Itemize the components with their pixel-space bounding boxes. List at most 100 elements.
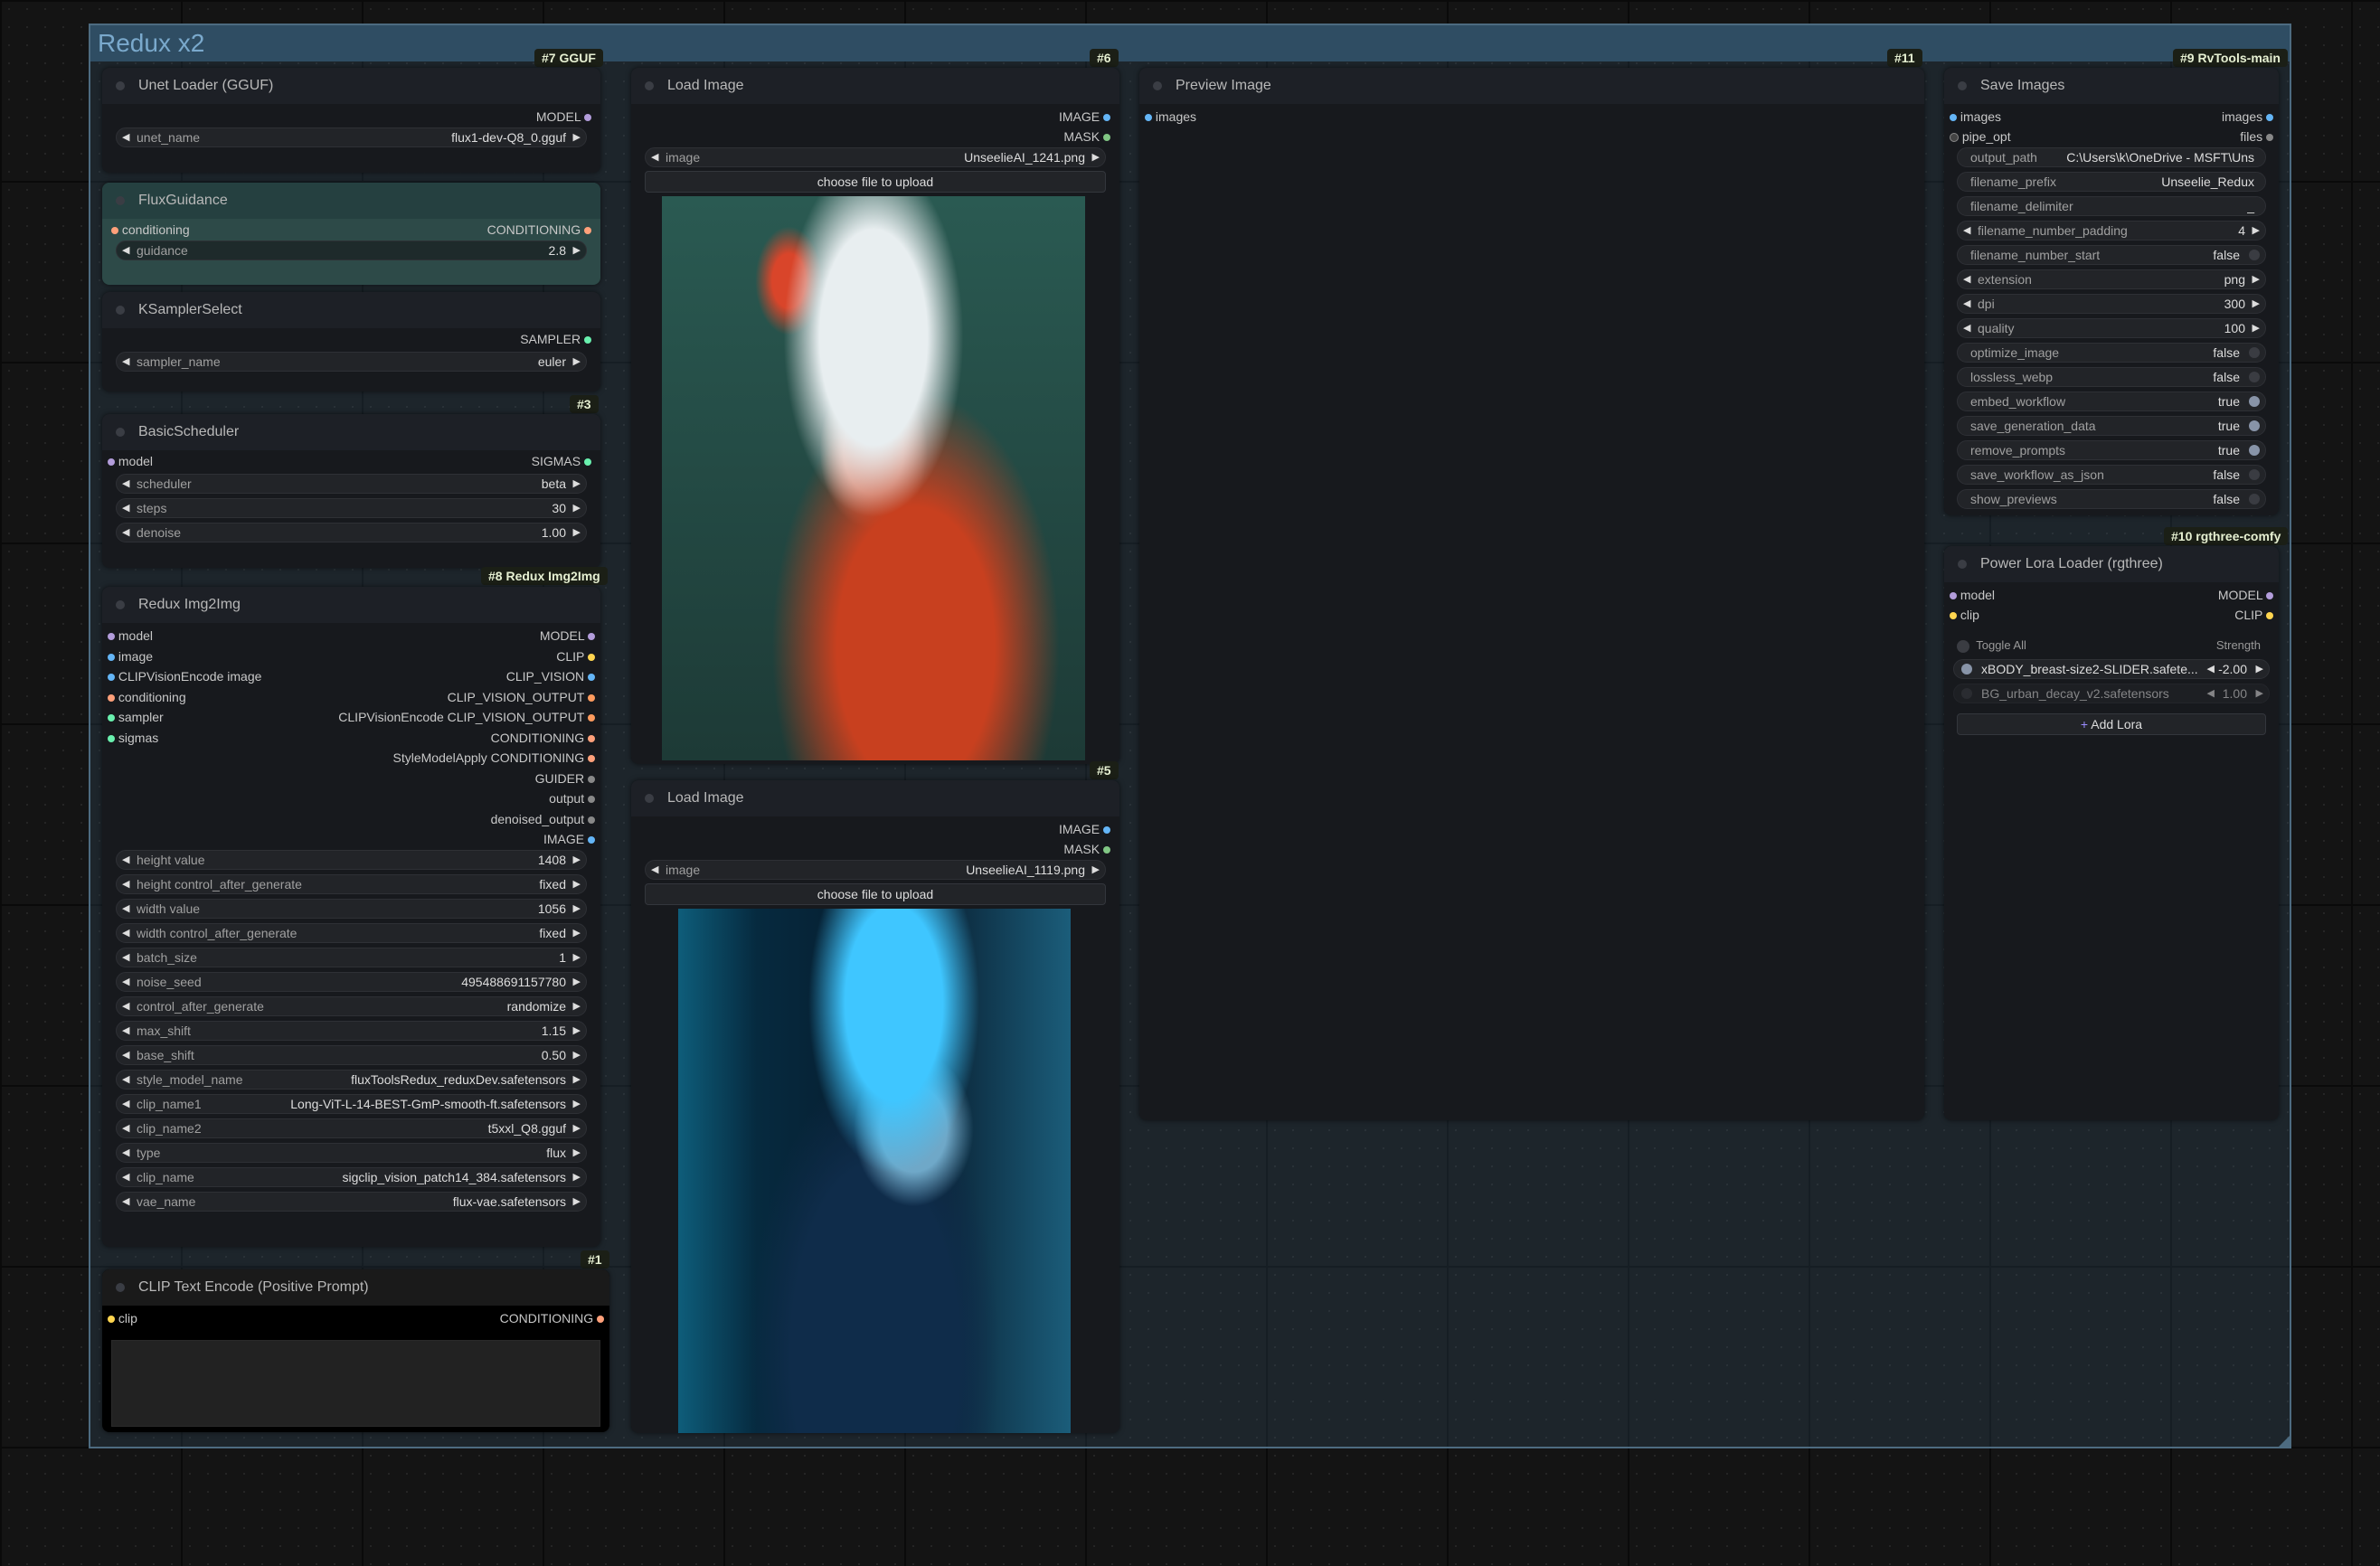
group-resize-grip[interactable] [2279, 1436, 2290, 1447]
toggle-icon[interactable] [2249, 396, 2260, 407]
node-header[interactable]: Load Image [631, 780, 1119, 816]
widget-extension[interactable]: ◀ extension png ▶ [1957, 269, 2266, 289]
node-header[interactable]: Preview Image [1139, 68, 1924, 104]
arrow-left-icon[interactable]: ◀ [1963, 270, 1970, 288]
input-slot[interactable]: conditioning [111, 220, 190, 240]
output-slot[interactable]: MODEL [536, 107, 591, 127]
output-slot[interactable]: IMAGE [543, 829, 595, 849]
widget-quality[interactable]: ◀ quality 100 ▶ [1957, 318, 2266, 338]
input-slot[interactable]: images [1145, 107, 1196, 127]
toggle-all[interactable]: Toggle All [1957, 636, 2026, 656]
output-slot[interactable]: CONDITIONING [491, 728, 595, 748]
widget-output-path[interactable]: output_path C:\Users\k\OneDrive - MSFT\Un… [1957, 147, 2266, 167]
widget-clip-name2[interactable]: ◀ clip_name2 t5xxl_Q8.gguf ▶ [116, 1118, 587, 1138]
output-slot[interactable]: files [2240, 127, 2273, 146]
arrow-right-icon[interactable]: ▶ [573, 1168, 581, 1186]
toggle-icon[interactable] [2249, 372, 2260, 382]
output-slot[interactable]: CLIP_VISION_OUTPUT [448, 687, 595, 707]
widget-height-control-after-generate[interactable]: ◀ height control_after_generate fixed ▶ [116, 874, 587, 894]
node-header[interactable]: FluxGuidance [102, 183, 600, 219]
collapse-dot[interactable] [116, 306, 125, 315]
widget-max-shift[interactable]: ◀ max_shift 1.15 ▶ [116, 1021, 587, 1041]
arrow-right-icon[interactable]: ▶ [573, 875, 581, 893]
lora-name[interactable]: xBODY_breast-size2-SLIDER.safete... [1981, 660, 2198, 678]
widget-scheduler[interactable]: ◀ scheduler beta ▶ [116, 474, 587, 494]
arrow-right-icon[interactable]: ▶ [2252, 319, 2260, 337]
arrow-right-icon[interactable]: ▶ [573, 851, 581, 869]
output-slot-mask[interactable]: MASK [1063, 127, 1110, 146]
arrow-right-icon[interactable]: ▶ [573, 499, 581, 517]
output-slot[interactable]: CLIP [556, 646, 595, 666]
node-header[interactable]: Load Image [631, 68, 1119, 104]
output-slot[interactable]: denoised_output [491, 809, 595, 829]
add-lora-button[interactable]: + Add Lora [1957, 713, 2266, 735]
collapse-dot[interactable] [645, 81, 654, 90]
output-slot[interactable]: MODEL [2218, 585, 2273, 605]
arrow-left-icon[interactable]: ◀ [1963, 295, 1970, 313]
widget-steps[interactable]: ◀ steps 30 ▶ [116, 498, 587, 518]
upload-button[interactable]: choose file to upload [645, 883, 1106, 905]
toggle-icon[interactable] [2249, 420, 2260, 431]
node-save-images[interactable]: Save Images images pipe_opt images files… [1944, 68, 2279, 515]
output-slot[interactable]: SAMPLER [520, 329, 591, 349]
node-header[interactable]: KSamplerSelect [102, 292, 600, 328]
input-slot[interactable]: pipe_opt [1950, 127, 2011, 146]
node-ksampler-select[interactable]: KSamplerSelect SAMPLER ◀ sampler_name eu… [102, 292, 600, 392]
input-slot[interactable]: model [108, 626, 153, 646]
arrow-left-icon[interactable]: ◀ [122, 1095, 129, 1113]
output-slot[interactable]: SIGMAS [532, 451, 591, 471]
arrow-right-icon[interactable]: ▶ [573, 1193, 581, 1211]
arrow-right-icon[interactable]: ▶ [573, 1022, 581, 1040]
arrow-left-icon[interactable]: ◀ [122, 1022, 129, 1040]
widget-guidance[interactable]: ◀ guidance 2.8 ▶ [116, 241, 587, 260]
widget-denoise[interactable]: ◀ denoise 1.00 ▶ [116, 523, 587, 542]
widget-unet-name[interactable]: ◀ unet_name flux1-dev-Q8_0.gguf ▶ [116, 127, 587, 147]
node-preview-image[interactable]: Preview Image images [1139, 68, 1924, 1120]
arrow-left-icon[interactable]: ◀ [122, 1046, 129, 1064]
input-slot[interactable]: image [108, 646, 153, 666]
lora-row[interactable]: xBODY_breast-size2-SLIDER.safete... ◀ -2.0… [1953, 659, 2270, 679]
toggle-icon[interactable] [2249, 494, 2260, 505]
arrow-left-icon[interactable]: ◀ [1963, 222, 1970, 240]
widget-style-model-name[interactable]: ◀ style_model_name fluxToolsRedux_reduxDev… [116, 1070, 587, 1090]
arrow-left-icon[interactable]: ◀ [122, 1193, 129, 1211]
collapse-dot[interactable] [645, 794, 654, 803]
arrow-right-icon[interactable]: ▶ [2252, 295, 2260, 313]
arrow-left-icon[interactable]: ◀ [122, 875, 129, 893]
toggle-icon[interactable] [2249, 250, 2260, 260]
arrow-left-icon[interactable]: ◀ [122, 499, 129, 517]
output-slot[interactable]: output [549, 788, 595, 808]
lora-name[interactable]: BG_urban_decay_v2.safetensors [1981, 684, 2169, 703]
arrow-left-icon[interactable]: ◀ [122, 851, 129, 869]
node-load-image-1[interactable]: Load Image IMAGE MASK ◀ image UnseelieAI… [631, 68, 1119, 764]
input-slot[interactable]: conditioning [108, 687, 186, 707]
output-slot[interactable]: CLIP [2234, 605, 2273, 625]
arrow-right-icon[interactable]: ▶ [573, 1095, 581, 1113]
arrow-right-icon[interactable]: ▶ [573, 1071, 581, 1089]
lora-toggle-icon[interactable] [1961, 688, 1972, 699]
arrow-left-icon[interactable]: ◀ [122, 524, 129, 542]
node-clip-text-encode[interactable]: CLIP Text Encode (Positive Prompt) clip … [102, 1269, 609, 1432]
arrow-left-icon[interactable]: ◀ [122, 1119, 129, 1137]
arrow-right-icon[interactable]: ▶ [573, 524, 581, 542]
lora-row[interactable]: BG_urban_decay_v2.safetensors ◀ 1.00 ▶ [1953, 684, 2270, 703]
widget-lossless-webp[interactable]: lossless_webp false [1957, 367, 2266, 387]
input-slot[interactable]: images [1950, 107, 2001, 127]
arrow-left-icon[interactable]: ◀ [122, 973, 129, 991]
widget-base-shift[interactable]: ◀ base_shift 0.50 ▶ [116, 1045, 587, 1065]
node-header[interactable]: Unet Loader (GGUF) [102, 68, 600, 104]
collapse-dot[interactable] [1958, 560, 1967, 569]
node-redux-img2img[interactable]: Redux Img2Img model image CLIPVisionEnco… [102, 587, 600, 1247]
widget-clip-name[interactable]: ◀ clip_name sigclip_vision_patch14_384.saf… [116, 1167, 587, 1187]
output-slot[interactable]: StyleModelApply CONDITIONING [393, 748, 595, 768]
node-unet-loader[interactable]: Unet Loader (GGUF) MODEL ◀ unet_name flu… [102, 68, 600, 173]
node-header[interactable]: Save Images [1944, 68, 2279, 104]
collapse-dot[interactable] [1153, 81, 1162, 90]
output-slot[interactable]: images [2222, 107, 2273, 127]
input-slot[interactable]: clip [1950, 605, 1979, 625]
arrow-left-icon[interactable]: ◀ [122, 1071, 129, 1089]
output-slot-mask[interactable]: MASK [1063, 839, 1110, 859]
node-load-image-2[interactable]: Load Image IMAGE MASK ◀ image UnseelieAI… [631, 780, 1119, 1433]
collapse-dot[interactable] [116, 196, 125, 205]
input-slot[interactable]: model [1950, 585, 1995, 605]
